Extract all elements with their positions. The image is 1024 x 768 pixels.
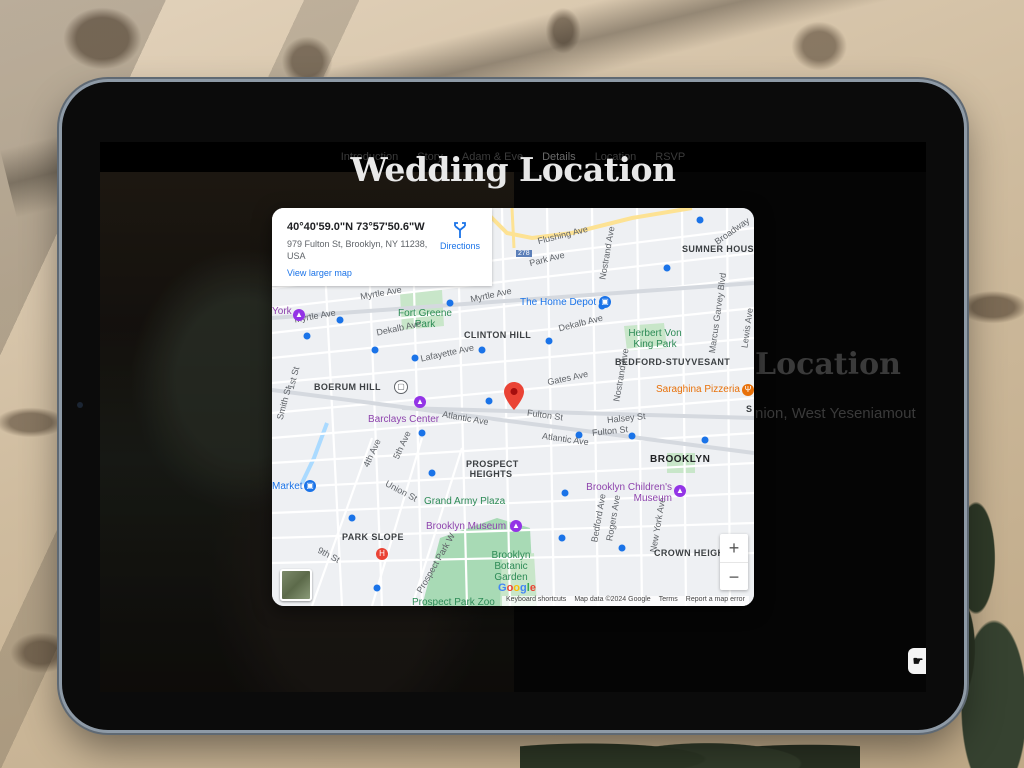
place-market[interactable]: Market xyxy=(272,481,303,492)
area-prospect-heights: PROSPECT HEIGHTS xyxy=(466,459,519,479)
place-address: 979 Fulton St, Brooklyn, NY 11238, USA xyxy=(287,239,428,261)
terms-link[interactable]: Terms xyxy=(659,596,678,606)
transit-station-icon: ▢ xyxy=(394,380,408,394)
area-sumner-houses-text: SUMNER HOUSES xyxy=(682,244,754,254)
location-heading: Location xyxy=(755,347,901,382)
place-york-partial[interactable]: York xyxy=(272,306,292,317)
zoom-out-button[interactable]: − xyxy=(720,563,748,591)
directions-link[interactable]: Directions xyxy=(440,241,480,251)
place-grand-army-plaza[interactable]: Grand Army Plaza xyxy=(424,496,505,507)
area-bedford-stuyvesant: BEDFORD-STUYVESANT xyxy=(615,357,731,367)
location-address: nion, West Yeseniamout xyxy=(755,405,916,422)
place-brooklyn-botanic-garden[interactable]: Brooklyn Botanic Garden xyxy=(489,550,533,583)
museum-icon: ▲ xyxy=(510,520,522,532)
place-prospect-park-zoo[interactable]: Prospect Park Zoo xyxy=(412,597,495,606)
map-data-text: Map data ©2024 Google xyxy=(574,596,651,603)
park-fort-greene[interactable]: Fort Greene Park xyxy=(395,308,455,330)
hospital-icon: H xyxy=(376,548,388,560)
place-coordinates: 40°40'59.0"N 73°57'50.6"W xyxy=(287,221,425,233)
chat-button[interactable]: ☛ xyxy=(908,648,926,674)
place-brooklyn-museum[interactable]: Brooklyn Museum xyxy=(426,521,506,532)
page-title: Wedding Location xyxy=(350,150,676,189)
directions-arrow-icon xyxy=(454,222,466,238)
place-home-depot[interactable]: The Home Depot xyxy=(520,297,596,308)
camera-dot xyxy=(77,402,83,408)
restaurant-icon: Ψ xyxy=(742,384,754,396)
google-map-embed[interactable]: Flushing Ave Park Ave Myrtle Ave Myrtle … xyxy=(272,208,754,606)
area-boerum-hill: BOERUM HILL xyxy=(314,382,381,392)
location-pin-icon[interactable] xyxy=(504,382,524,410)
google-logo: Google xyxy=(498,582,536,594)
venue-icon: ▲ xyxy=(414,396,426,408)
view-larger-map-link[interactable]: View larger map xyxy=(287,268,352,278)
place-saraghina-pizzeria[interactable]: Saraghina Pizzeria xyxy=(656,384,740,395)
area-s-partial: S xyxy=(746,404,753,414)
map-attribution: Keyboard shortcuts Map data ©2024 Google… xyxy=(502,596,749,606)
zoom-in-button[interactable]: + xyxy=(720,534,748,563)
park-herbert-von-king[interactable]: Herbert Von King Park xyxy=(624,328,686,350)
area-clinton-hill: CLINTON HILL xyxy=(464,330,532,340)
museum-icon: ▲ xyxy=(674,485,686,497)
area-sumner-houses: SUMNER HOUSES xyxy=(682,244,754,254)
place-barclays-center[interactable]: Barclays Center xyxy=(368,414,439,425)
route-shield-278: 278 xyxy=(516,250,532,257)
keyboard-shortcuts-link[interactable]: Keyboard shortcuts xyxy=(506,596,566,606)
satellite-layer-toggle[interactable] xyxy=(280,569,312,601)
report-error-link[interactable]: Report a map error xyxy=(686,596,745,606)
place-info-card: 40°40'59.0"N 73°57'50.6"W 979 Fulton St,… xyxy=(272,208,492,286)
area-crown-heights: CROWN HEIGH xyxy=(654,548,725,558)
area-brooklyn: BROOKLYN xyxy=(650,454,711,465)
shopping-icon: ▣ xyxy=(599,296,611,308)
museum-icon: ▲ xyxy=(293,309,305,321)
shopping-cart-icon: ▣ xyxy=(304,480,316,492)
zoom-controls: + − xyxy=(720,534,748,590)
area-park-slope: PARK SLOPE xyxy=(342,532,404,542)
place-childrens-museum[interactable]: Brooklyn Children's Museum xyxy=(582,482,672,504)
directions-icon[interactable] xyxy=(452,222,468,238)
